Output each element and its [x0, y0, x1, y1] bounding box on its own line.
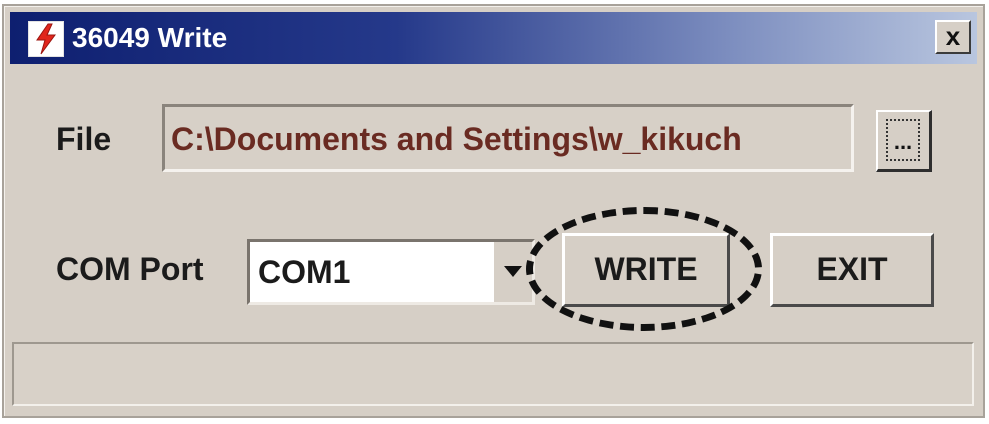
window-title: 36049 Write — [72, 22, 228, 53]
write-button[interactable]: WRITE — [562, 233, 730, 307]
com-port-value: COM1 — [258, 254, 351, 290]
write-dialog: 36049 Write x File C:\Documents and Sett… — [2, 4, 985, 418]
com-port-select[interactable]: COM1 — [247, 239, 535, 305]
file-label: File — [56, 121, 112, 157]
close-button[interactable]: x — [935, 20, 971, 54]
com-port-label: COM Port — [56, 251, 204, 287]
ellipsis-icon: ... — [886, 119, 920, 161]
status-bar — [12, 342, 974, 406]
file-path-field[interactable]: C:\Documents and Settings\w_kikuch — [162, 104, 854, 172]
lightning-app-icon — [28, 21, 64, 57]
browse-button[interactable]: ... — [876, 110, 932, 172]
exit-button[interactable]: EXIT — [770, 233, 934, 307]
chevron-down-icon[interactable] — [492, 242, 532, 302]
title-bar[interactable]: 36049 Write x — [10, 12, 977, 64]
file-path-text: C:\Documents and Settings\w_kikuch — [171, 121, 742, 157]
